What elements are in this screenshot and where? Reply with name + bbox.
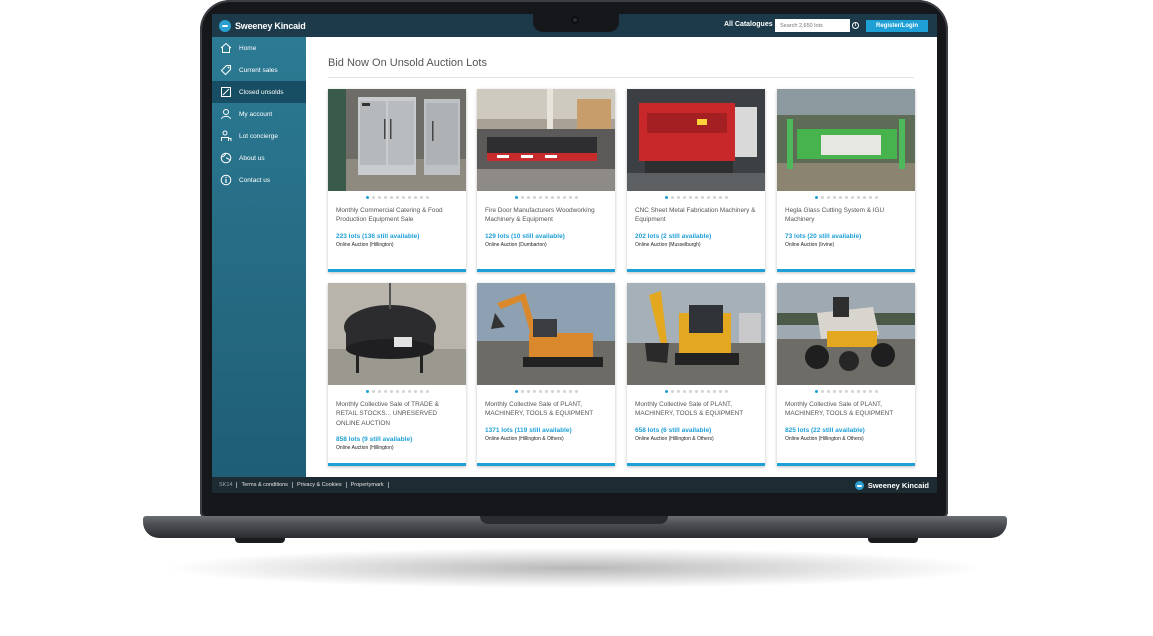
auction-thumbnail[interactable] — [328, 283, 466, 385]
carousel-dots[interactable] — [328, 390, 466, 393]
auction-location: Online Auction (Hillington & Others) — [635, 436, 714, 442]
sidebar-item-current-sales[interactable]: Current sales — [212, 59, 306, 81]
auction-title[interactable]: Monthly Collective Sale of PLANT, MACHIN… — [485, 400, 609, 419]
auction-card[interactable]: Monthly Collective Sale of PLANT, MACHIN… — [627, 283, 765, 466]
camera-icon — [571, 16, 579, 24]
auction-title[interactable]: Monthly Collective Sale of PLANT, MACHIN… — [785, 400, 909, 419]
footer: SK14 Terms & conditions Privacy & Cookie… — [212, 477, 937, 493]
carousel-dots[interactable] — [328, 196, 466, 199]
sidebar-item-home[interactable]: Home — [212, 37, 306, 59]
propertymark-link[interactable]: Propertymark — [347, 482, 389, 488]
brand-name: Sweeney Kincaid — [235, 20, 306, 31]
footer-brand-logo[interactable]: Sweeney Kincaid — [854, 481, 929, 490]
auction-thumbnail[interactable] — [627, 283, 765, 385]
search-input[interactable] — [775, 19, 850, 32]
carousel-dots[interactable] — [777, 390, 915, 393]
lot-count[interactable]: 858 lots (9 still available) — [336, 436, 412, 443]
auction-card[interactable]: Monthly Commercial Catering & Food Produ… — [328, 89, 466, 272]
sidebar-item-contact-us[interactable]: Contact us — [212, 169, 306, 191]
sidebar-item-my-account[interactable]: My account — [212, 103, 306, 125]
globe-icon — [219, 152, 232, 165]
auction-title[interactable]: Hegla Glass Cutting System & IGU Machine… — [785, 206, 909, 225]
sidebar-item-closed-unsolds[interactable]: Closed unsolds — [212, 81, 306, 103]
lot-count[interactable]: 825 lots (22 still available) — [785, 427, 865, 434]
laptop-screen: Sweeney Kincaid All Catalogues i Registe… — [212, 14, 937, 493]
sidebar-item-label: About us — [239, 154, 265, 162]
laptop-notch — [533, 10, 619, 32]
sidebar-item-about-us[interactable]: About us — [212, 147, 306, 169]
auction-location: Online Auction (Hillington & Others) — [785, 436, 864, 442]
auction-location: Online Auction (Hillington) — [336, 242, 394, 248]
carousel-dots[interactable] — [477, 390, 615, 393]
lot-count[interactable]: 202 lots (2 still available) — [635, 233, 711, 240]
auction-thumbnail[interactable] — [627, 89, 765, 191]
sidebar-item-label: My account — [239, 110, 273, 118]
sidebar-item-label: Closed unsolds — [239, 88, 284, 96]
footer-brand-name: Sweeney Kincaid — [867, 481, 929, 490]
laptop-foot — [235, 538, 285, 543]
auction-location: Online Auction (Irvine) — [785, 242, 835, 248]
info-icon[interactable]: i — [852, 22, 859, 29]
all-catalogues-link[interactable]: All Catalogues — [724, 21, 773, 28]
carousel-dots[interactable] — [777, 196, 915, 199]
auction-title[interactable]: Monthly Commercial Catering & Food Produ… — [336, 206, 460, 225]
auction-title[interactable]: Monthly Collective Sale of TRADE & RETAI… — [336, 400, 460, 428]
carousel-dots[interactable] — [477, 196, 615, 199]
lot-count[interactable]: 223 lots (136 still available) — [336, 233, 419, 240]
page-title: Bid Now On Unsold Auction Lots — [328, 57, 487, 69]
sidebar-item-label: Lot concierge — [239, 132, 279, 140]
main-content: Bid Now On Unsold Auction Lots Monthly C… — [306, 37, 937, 477]
brand-mark-icon — [854, 481, 864, 490]
sidebar-item-label: Contact us — [239, 176, 271, 184]
auction-title[interactable]: Fire Door Manufacturers Woodworking Mach… — [485, 206, 609, 225]
brand-mark-icon — [219, 19, 231, 32]
title-divider — [328, 77, 914, 78]
auction-location: Online Auction (Hillington) — [336, 445, 394, 451]
auction-thumbnail[interactable] — [777, 283, 915, 385]
register-login-button[interactable]: Register/Login — [866, 20, 928, 32]
lot-count[interactable]: 73 lots (20 still available) — [785, 233, 861, 240]
auction-card[interactable]: Monthly Collective Sale of PLANT, MACHIN… — [477, 283, 615, 466]
user-icon — [219, 108, 232, 121]
sidebar-item-lot-concierge[interactable]: Lot concierge — [212, 125, 306, 147]
lot-count[interactable]: 129 lots (10 still available) — [485, 233, 565, 240]
auction-card[interactable]: Fire Door Manufacturers Woodworking Mach… — [477, 89, 615, 272]
terms-link[interactable]: Terms & conditions — [237, 482, 293, 488]
lot-count[interactable]: 1371 lots (119 still available) — [485, 427, 572, 434]
sidebar-item-label: Home — [239, 44, 257, 52]
brand-logo[interactable]: Sweeney Kincaid — [219, 19, 306, 32]
auction-location: Online Auction (Hillington & Others) — [485, 436, 564, 442]
sidebar: Home Current sales Closed unsolds My acc… — [212, 37, 306, 477]
concierge-icon — [219, 130, 232, 143]
auction-card[interactable]: Monthly Collective Sale of PLANT, MACHIN… — [777, 283, 915, 466]
auction-title[interactable]: Monthly Collective Sale of PLANT, MACHIN… — [635, 400, 759, 419]
laptop-shadow — [170, 548, 980, 588]
auction-location: Online Auction (Musselburgh) — [635, 242, 701, 248]
edit-icon — [219, 86, 232, 99]
laptop-base — [143, 516, 1007, 538]
carousel-dots[interactable] — [627, 196, 765, 199]
auction-card[interactable]: Monthly Collective Sale of TRADE & RETAI… — [328, 283, 466, 466]
laptop-lip — [480, 516, 668, 524]
laptop-foot — [868, 538, 918, 543]
auction-title[interactable]: CNC Sheet Metal Fabrication Machinery & … — [635, 206, 759, 225]
footer-code: SK14 — [212, 482, 238, 488]
auction-thumbnail[interactable] — [328, 89, 466, 191]
tag-icon — [219, 64, 232, 77]
sidebar-item-label: Current sales — [239, 66, 278, 74]
auction-thumbnail[interactable] — [777, 89, 915, 191]
auction-location: Online Auction (Dumbarton) — [485, 242, 547, 248]
home-icon — [219, 42, 232, 55]
carousel-dots[interactable] — [627, 390, 765, 393]
info-circle-icon — [219, 174, 232, 187]
lot-count[interactable]: 658 lots (6 still available) — [635, 427, 711, 434]
auction-thumbnail[interactable] — [477, 283, 615, 385]
auction-thumbnail[interactable] — [477, 89, 615, 191]
privacy-link[interactable]: Privacy & Cookies — [293, 482, 347, 488]
auction-card[interactable]: Hegla Glass Cutting System & IGU Machine… — [777, 89, 915, 272]
auction-card[interactable]: CNC Sheet Metal Fabrication Machinery & … — [627, 89, 765, 272]
